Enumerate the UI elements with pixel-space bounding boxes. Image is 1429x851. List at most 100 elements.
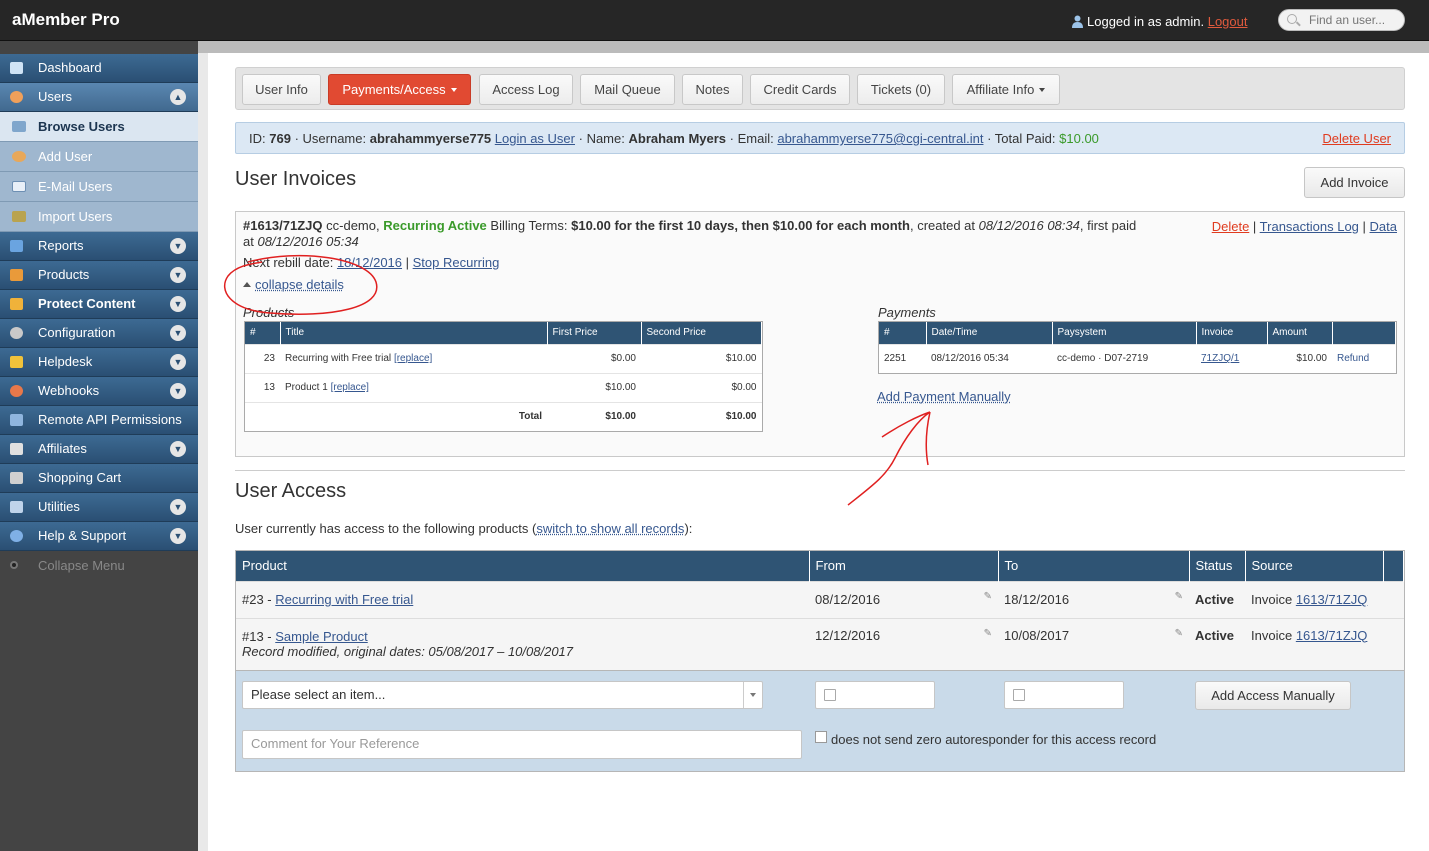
show-all-records-link[interactable]: switch to show all records xyxy=(536,521,684,536)
chevron-down-icon[interactable]: ▼ xyxy=(170,238,186,254)
pencil-icon[interactable]: ✎ xyxy=(984,591,992,602)
add-payment-manually-link[interactable]: Add Payment Manually xyxy=(877,389,1011,404)
sidebar-item-import-users[interactable]: Import Users xyxy=(0,202,198,232)
login-as-user-link[interactable]: Login as User xyxy=(495,131,575,146)
col-header: Amount xyxy=(1267,322,1333,344)
payment-num: 2251 xyxy=(879,343,926,373)
invoice-paysystem: cc-demo, xyxy=(326,218,380,233)
access-note-suffix: ): xyxy=(684,521,693,536)
sidebar-item-utilities[interactable]: Utilities ▼ xyxy=(0,493,198,522)
chevron-down-icon[interactable]: ▼ xyxy=(170,267,186,283)
browse-users-icon xyxy=(12,121,26,132)
tab-user-info[interactable]: User Info xyxy=(242,74,321,105)
sidebar-item-label: Products xyxy=(38,267,90,282)
from-date-input[interactable] xyxy=(815,681,935,709)
add-invoice-button[interactable]: Add Invoice xyxy=(1304,167,1405,198)
email-icon xyxy=(12,181,26,192)
source-invoice-link[interactable]: 1613/71ZJQ xyxy=(1296,592,1368,607)
invoice-panel: #1613/71ZJQ cc-demo, Recurring Active Bi… xyxy=(235,211,1405,457)
user-access-heading: User Access xyxy=(235,480,347,502)
replace-link[interactable]: [replace] xyxy=(331,382,369,393)
total-paid-label: · Total Paid: xyxy=(987,131,1056,146)
replace-link[interactable]: [replace] xyxy=(394,353,432,364)
add-access-manually-button[interactable]: Add Access Manually xyxy=(1195,681,1351,710)
col-header: Source xyxy=(1245,551,1384,581)
sidebar-item-helpdesk[interactable]: Helpdesk ▼ xyxy=(0,348,198,377)
sidebar-item-email-users[interactable]: E-Mail Users xyxy=(0,172,198,202)
logout-link[interactable]: Logout xyxy=(1208,14,1248,29)
chevron-up-icon[interactable]: ▲ xyxy=(170,89,186,105)
collapse-menu-button[interactable]: Collapse Menu xyxy=(0,551,198,580)
sidebar-item-remote-api[interactable]: Remote API Permissions xyxy=(0,406,198,435)
comment-input[interactable]: Comment for Your Reference xyxy=(242,730,802,759)
chevron-down-icon[interactable]: ▼ xyxy=(170,499,186,515)
sidebar-item-users[interactable]: Users ▲ xyxy=(0,83,198,112)
payment-invoice-link[interactable]: 71ZJQ/1 xyxy=(1201,353,1239,364)
sidebar-item-webhooks[interactable]: Webhooks ▼ xyxy=(0,377,198,406)
app-logo[interactable]: aMember Pro xyxy=(12,10,120,30)
search-icon xyxy=(1287,14,1297,24)
refund-link[interactable]: Refund xyxy=(1337,353,1369,364)
sidebar-item-help-support[interactable]: Help & Support ▼ xyxy=(0,522,198,551)
access-from: 08/12/2016 ✎ xyxy=(809,580,998,618)
chevron-down-icon[interactable]: ▼ xyxy=(170,528,186,544)
collapse-details-label: collapse details xyxy=(255,277,344,292)
total-row: Total $10.00 $10.00 xyxy=(245,401,762,431)
col-header: Date/Time xyxy=(926,322,1053,344)
chevron-down-icon[interactable]: ▼ xyxy=(170,441,186,457)
sidebar-item-dashboard[interactable]: Dashboard xyxy=(0,54,198,83)
record-modified-note: Record modified, original dates: 05/08/2… xyxy=(242,644,574,660)
sidebar-item-shopping-cart[interactable]: Shopping Cart xyxy=(0,464,198,493)
product-link[interactable]: Recurring with Free trial xyxy=(275,592,413,607)
rebill-date-link[interactable]: 18/12/2016 xyxy=(337,255,402,270)
tab-mail-queue[interactable]: Mail Queue xyxy=(580,74,675,105)
invoice-data-link[interactable]: Data xyxy=(1370,219,1397,234)
user-invoices-heading: User Invoices xyxy=(235,168,357,190)
tab-affiliate-info[interactable]: Affiliate Info xyxy=(952,74,1060,105)
sidebar-item-configuration[interactable]: Configuration ▼ xyxy=(0,319,198,348)
col-header: Paysystem xyxy=(1052,322,1197,344)
pencil-icon[interactable]: ✎ xyxy=(1175,628,1183,639)
tab-payments-access[interactable]: Payments/Access xyxy=(328,74,471,105)
sidebar-item-add-user[interactable]: Add User xyxy=(0,142,198,172)
find-user-input[interactable] xyxy=(1278,9,1405,31)
tab-credit-cards[interactable]: Credit Cards xyxy=(750,74,850,105)
delete-invoice-link[interactable]: Delete xyxy=(1212,219,1250,234)
import-icon xyxy=(12,211,26,222)
pencil-icon[interactable]: ✎ xyxy=(984,628,992,639)
chevron-down-icon[interactable]: ▼ xyxy=(170,296,186,312)
products-caption: Products xyxy=(243,305,295,320)
sidebar-item-browse-users[interactable]: Browse Users xyxy=(0,112,198,142)
source-invoice-link[interactable]: 1613/71ZJQ xyxy=(1296,628,1368,643)
tab-notes[interactable]: Notes xyxy=(682,74,743,105)
sidebar-item-reports[interactable]: Reports ▼ xyxy=(0,232,198,261)
user-email-link[interactable]: abrahammyerse775@cgi-central.int xyxy=(777,131,983,146)
total-label: Total xyxy=(280,401,547,431)
tab-access-log[interactable]: Access Log xyxy=(479,74,573,105)
access-to: 10/08/2017 ✎ xyxy=(998,617,1189,670)
tab-tickets[interactable]: Tickets (0) xyxy=(857,74,945,105)
cart-icon xyxy=(10,472,23,484)
product-link[interactable]: Sample Product xyxy=(275,629,368,644)
access-to: 18/12/2016 ✎ xyxy=(998,580,1189,618)
collapse-details-link[interactable]: collapse details xyxy=(243,277,344,292)
invoice-status: Recurring Active xyxy=(383,218,487,233)
product-select[interactable]: Please select an item... xyxy=(242,681,763,709)
sidebar-item-affiliates[interactable]: Affiliates ▼ xyxy=(0,435,198,464)
no-autoresponder-checkbox[interactable] xyxy=(815,731,827,743)
delete-user-link[interactable]: Delete User xyxy=(1322,123,1391,154)
stop-recurring-link[interactable]: Stop Recurring xyxy=(413,255,500,270)
sidebar-item-protect-content[interactable]: Protect Content ▼ xyxy=(0,290,198,319)
calendar-icon xyxy=(824,689,836,701)
to-date-input[interactable] xyxy=(1004,681,1124,709)
chevron-down-icon[interactable]: ▼ xyxy=(170,354,186,370)
sidebar-item-products[interactable]: Products ▼ xyxy=(0,261,198,290)
created-label: , created at xyxy=(909,218,976,233)
transactions-log-link[interactable]: Transactions Log xyxy=(1260,219,1359,234)
pencil-icon[interactable]: ✎ xyxy=(1175,591,1183,602)
total-paid-value: $10.00 xyxy=(1059,131,1099,146)
chevron-down-icon[interactable]: ▼ xyxy=(170,383,186,399)
table-row: 2251 08/12/2016 05:34 cc-demo · D07-2719… xyxy=(879,343,1396,373)
logged-in-status: Logged in as admin. Logout xyxy=(1072,14,1247,29)
chevron-down-icon[interactable]: ▼ xyxy=(170,325,186,341)
